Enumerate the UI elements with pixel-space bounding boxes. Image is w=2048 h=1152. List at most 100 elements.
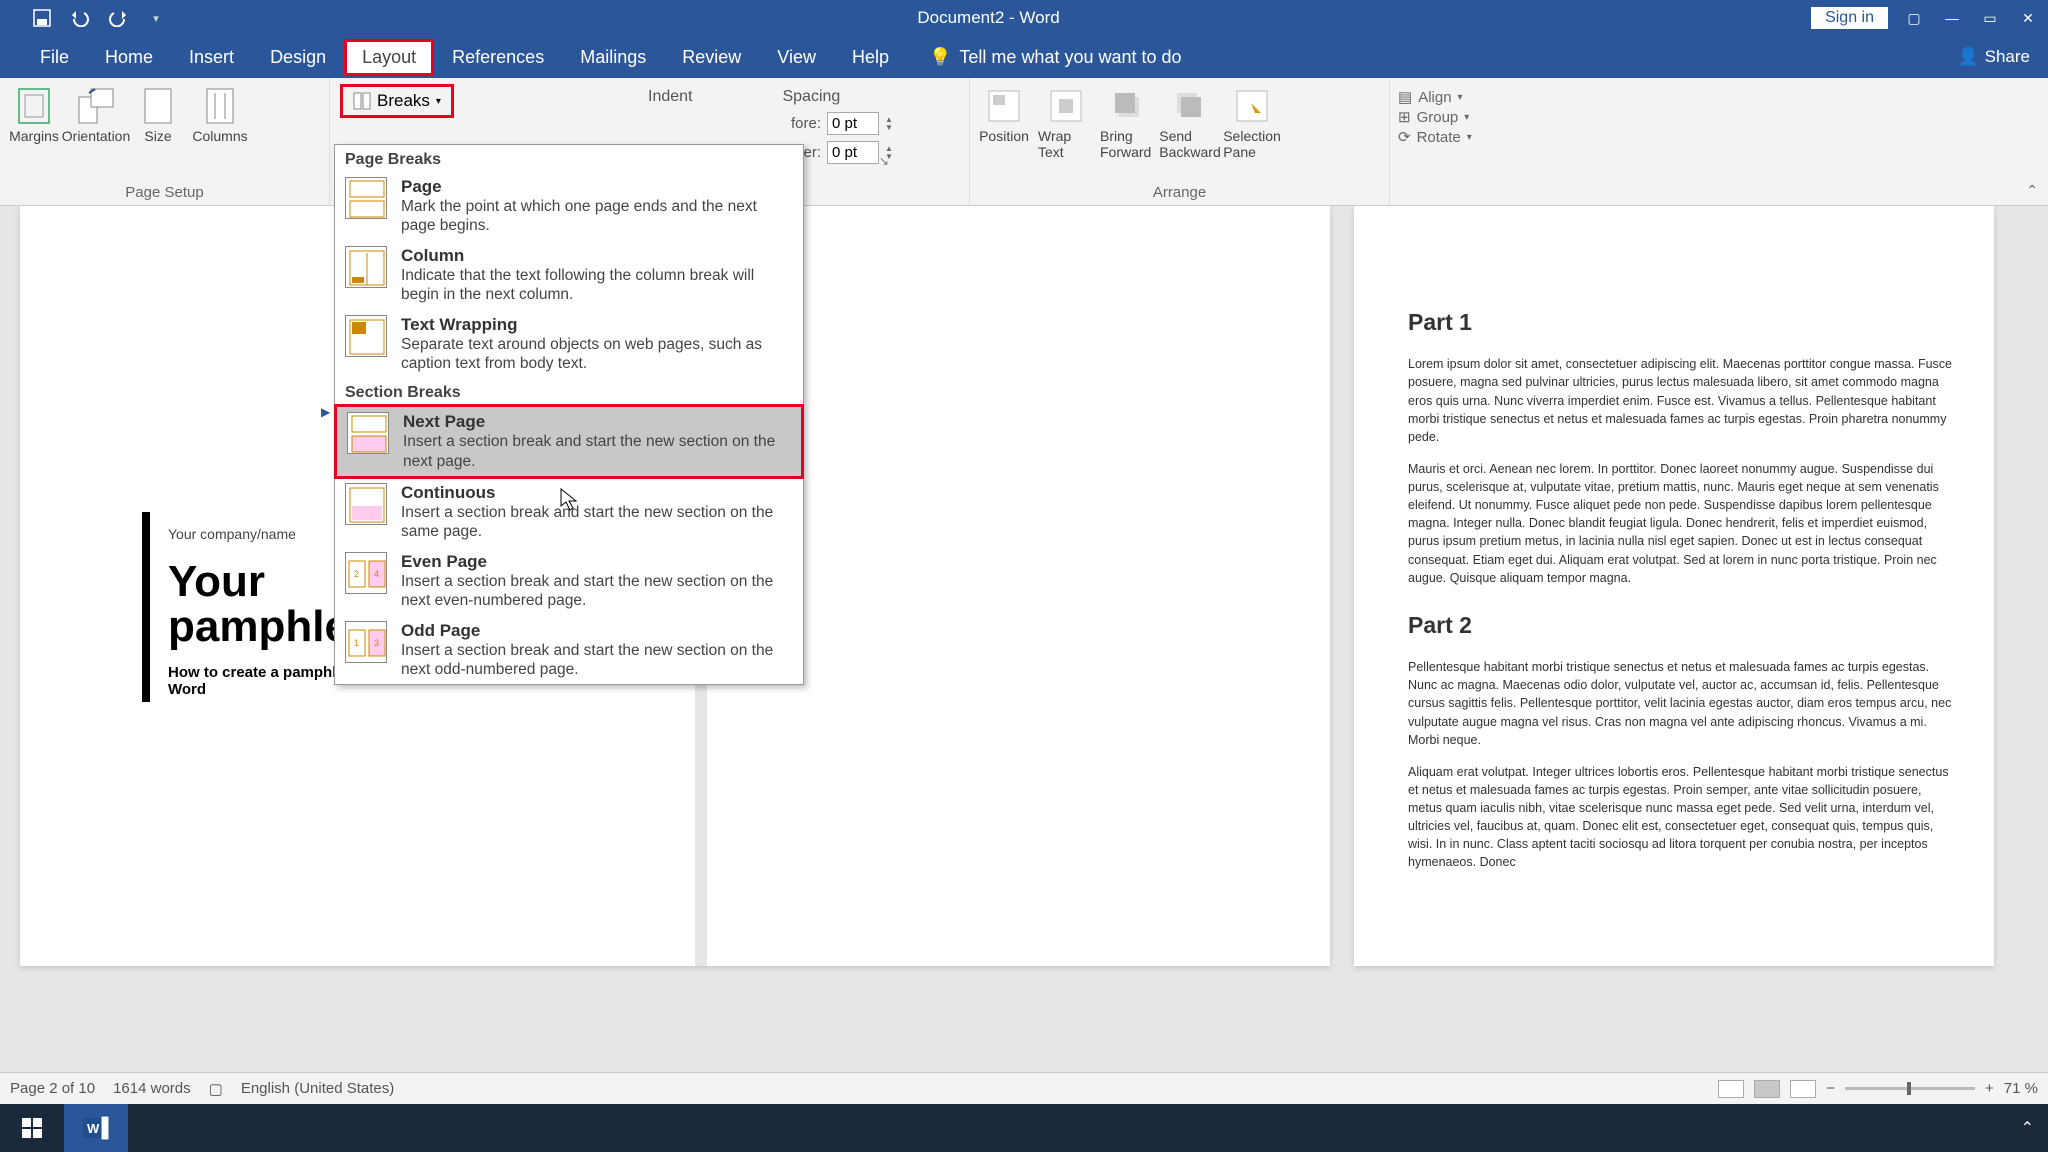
breaks-button[interactable]: Breaks ▾: [340, 84, 454, 118]
document-title: Document2 - Word: [166, 8, 1811, 28]
breaks-icon: [353, 92, 371, 110]
body-text: Pellentesque habitant morbi tristique se…: [1408, 658, 1956, 749]
word-taskbar-button[interactable]: W: [64, 1104, 128, 1152]
breaks-dropdown: ▶ Page Breaks PageMark the point at whic…: [334, 144, 804, 685]
spacing-before-input[interactable]: [827, 112, 879, 135]
tab-insert[interactable]: Insert: [171, 39, 252, 76]
part2-heading: Part 2: [1408, 609, 1956, 642]
orientation-button[interactable]: Orientation: [68, 82, 124, 144]
tell-me-label: Tell me what you want to do: [959, 47, 1181, 68]
zoom-slider[interactable]: [1845, 1087, 1975, 1090]
column-break-icon: [345, 246, 387, 288]
wrap-text-button[interactable]: Wrap Text: [1038, 82, 1094, 160]
break-odd-page[interactable]: 13 Odd PageInsert a section break and st…: [335, 616, 803, 685]
undo-icon[interactable]: [70, 8, 90, 28]
spacing-after-input[interactable]: [827, 141, 879, 164]
odd-page-break-icon: 13: [345, 621, 387, 663]
tab-review[interactable]: Review: [664, 39, 759, 76]
zoom-level[interactable]: 71 %: [2004, 1080, 2038, 1097]
selection-pane-icon: [1232, 86, 1272, 126]
language-indicator[interactable]: English (United States): [241, 1080, 394, 1097]
part1-heading: Part 1: [1408, 306, 1956, 339]
text-wrapping-break-icon: [345, 315, 387, 357]
svg-text:2: 2: [354, 569, 359, 579]
body-text: Mauris et orci. Aenean nec lorem. In por…: [1408, 460, 1956, 587]
lightbulb-icon: 💡: [929, 47, 951, 68]
body-text: Aliquam erat volutpat. Integer ultrices …: [1408, 763, 1956, 872]
minimize-button[interactable]: —: [1940, 10, 1964, 26]
group-page-setup: Page Setup: [6, 184, 323, 203]
spinner-icon[interactable]: ▲▼: [885, 116, 893, 132]
paragraph-dialog-launcher[interactable]: ↘: [879, 154, 889, 168]
status-bar: Page 2 of 10 1614 words ▢ English (Unite…: [0, 1072, 2048, 1104]
selection-pane-button[interactable]: Selection Pane: [1224, 82, 1280, 160]
submenu-arrow-icon: ▶: [321, 405, 330, 419]
orientation-icon: [76, 86, 116, 126]
tab-view[interactable]: View: [759, 39, 834, 76]
even-page-break-icon: 24: [345, 552, 387, 594]
zoom-out-button[interactable]: −: [1826, 1080, 1835, 1097]
ribbon-tabs: File Home Insert Design Layout Reference…: [0, 36, 2048, 78]
send-backward-button[interactable]: Send Backward: [1162, 82, 1218, 160]
spacing-before-label: fore:: [785, 115, 821, 132]
break-next-page[interactable]: Next PageInsert a section break and star…: [334, 404, 804, 479]
page-indicator[interactable]: Page 2 of 10: [10, 1080, 95, 1097]
size-button[interactable]: Size: [130, 82, 186, 144]
read-mode-button[interactable]: [1718, 1080, 1744, 1098]
close-button[interactable]: ✕: [2016, 10, 2040, 27]
svg-text:1: 1: [354, 638, 359, 648]
page-breaks-header: Page Breaks: [335, 145, 803, 172]
bring-forward-button[interactable]: Bring Forward: [1100, 82, 1156, 160]
tab-references[interactable]: References: [434, 39, 562, 76]
redo-icon[interactable]: [108, 8, 128, 28]
svg-text:W: W: [87, 1121, 100, 1136]
share-icon: 👤: [1957, 47, 1978, 67]
align-button[interactable]: ▤Align▾: [1398, 88, 1472, 106]
zoom-in-button[interactable]: +: [1985, 1080, 1994, 1097]
web-layout-button[interactable]: [1790, 1080, 1816, 1098]
save-icon[interactable]: [32, 8, 52, 28]
break-column[interactable]: ColumnIndicate that the text following t…: [335, 241, 803, 310]
mouse-cursor-icon: [560, 488, 578, 512]
break-text-wrapping[interactable]: Text WrappingSeparate text around object…: [335, 310, 803, 379]
break-page[interactable]: PageMark the point at which one page end…: [335, 172, 803, 241]
print-layout-button[interactable]: [1754, 1080, 1780, 1098]
break-even-page[interactable]: 24 Even PageInsert a section break and s…: [335, 547, 803, 616]
document-canvas[interactable]: Your company/name Your pamphle How to cr…: [0, 206, 2048, 1104]
tab-file[interactable]: File: [22, 39, 87, 76]
tab-design[interactable]: Design: [252, 39, 344, 76]
collapse-ribbon-button[interactable]: ⌃: [2026, 182, 2038, 199]
position-icon: [984, 86, 1024, 126]
proofing-icon[interactable]: ▢: [209, 1080, 223, 1098]
tab-layout[interactable]: Layout: [344, 39, 434, 76]
columns-button[interactable]: Columns: [192, 82, 248, 144]
tab-help[interactable]: Help: [834, 39, 907, 76]
group-icon: ⊞: [1398, 108, 1411, 126]
svg-text:3: 3: [374, 638, 379, 648]
spacing-header: Spacing: [782, 88, 840, 106]
windows-taskbar: W ⌃: [0, 1104, 2048, 1152]
ribbon-display-icon[interactable]: ▢: [1902, 10, 1926, 27]
start-button[interactable]: [0, 1104, 64, 1152]
tray-chevron-icon[interactable]: ⌃: [2021, 1118, 2048, 1138]
page-right: Part 1 Lorem ipsum dolor sit amet, conse…: [1354, 206, 1994, 966]
qat-customize-icon[interactable]: ▾: [146, 8, 166, 28]
position-button[interactable]: Position: [976, 82, 1032, 144]
ribbon: Margins Orientation Size Columns Page Se…: [0, 78, 2048, 206]
maximize-button[interactable]: ▭: [1978, 10, 2002, 27]
share-label: Share: [1985, 47, 2030, 67]
tab-mailings[interactable]: Mailings: [562, 39, 664, 76]
section-breaks-header: Section Breaks: [335, 378, 803, 405]
tab-home[interactable]: Home: [87, 39, 171, 76]
rotate-button[interactable]: ⟳Rotate▾: [1398, 128, 1472, 146]
signin-button[interactable]: Sign in: [1811, 7, 1888, 29]
tell-me-search[interactable]: 💡 Tell me what you want to do: [911, 39, 1200, 76]
breaks-label: Breaks: [377, 91, 430, 111]
group-arrange: Arrange: [976, 184, 1383, 203]
rotate-icon: ⟳: [1398, 128, 1411, 146]
page-break-icon: [345, 177, 387, 219]
share-button[interactable]: 👤 Share: [1957, 47, 2030, 67]
group-button[interactable]: ⊞Group▾: [1398, 108, 1472, 126]
margins-button[interactable]: Margins: [6, 82, 62, 144]
word-count[interactable]: 1614 words: [113, 1080, 191, 1097]
